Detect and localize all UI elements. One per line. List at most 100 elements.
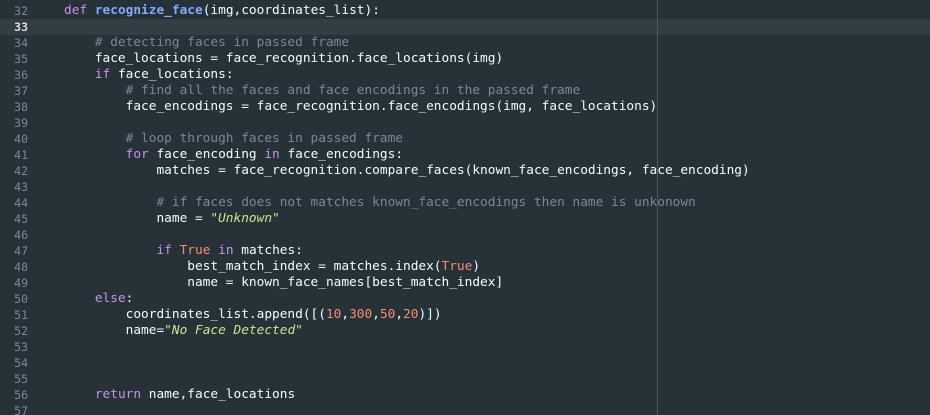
line-number: 33 [14,20,28,34]
code-text[interactable]: name = "Unknown" [64,211,279,227]
code-line[interactable]: 53 [0,339,930,355]
line-number: 45 [14,212,28,226]
code-line[interactable]: 45 name = "Unknown" [0,211,930,227]
code-line[interactable]: 56 return name,face_locations [0,387,930,403]
code-line[interactable]: 52 name="No Face Detected" [0,323,930,339]
code-token: True [441,259,473,274]
code-line[interactable]: 38 face_encodings = face_recognition.fac… [0,99,930,115]
line-number: 34 [14,36,28,50]
code-token: def [64,3,95,18]
code-token: # if faces does not matches known_face_e… [64,195,696,210]
code-token: 10 [325,307,342,322]
code-text[interactable]: else: [64,291,134,307]
code-token: recognize_face [94,3,203,18]
code-text[interactable]: name="No Face Detected" [64,323,303,339]
code-line[interactable]: 37 # find all the faces and face encodin… [0,83,930,99]
code-line[interactable]: 46 [0,227,930,243]
line-number: 47 [14,244,28,258]
line-number: 42 [14,164,28,178]
column-ruler [657,0,658,415]
line-number: 39 [14,116,28,130]
code-line[interactable]: 40 # loop through faces in passed frame [0,131,930,147]
code-line[interactable]: 34 # detecting faces in passed frame [0,35,930,51]
code-line[interactable]: 41 for face_encoding in face_encodings: [0,147,930,163]
code-line[interactable]: 35 face_locations = face_recognition.fac… [0,51,930,67]
line-number: 36 [14,68,28,82]
code-line[interactable]: 33 [0,19,930,35]
code-token: coordinates_list.append([( [64,307,326,322]
code-token: for [125,147,149,162]
code-text[interactable]: for face_encoding in face_encodings: [64,147,403,163]
code-text[interactable]: face_encodings = face_recognition.face_e… [64,99,658,115]
code-text[interactable]: coordinates_list.append([(10,300,50,20)]… [64,307,442,323]
line-number: 57 [14,404,28,415]
code-text[interactable]: best_match_index = matches.index(True) [64,259,480,275]
line-number: 35 [14,52,28,66]
code-token: : [125,291,134,306]
code-text[interactable]: name = known_face_names[best_match_index… [64,275,503,291]
code-token: name,face_locations [141,387,296,402]
code-token: 300 [349,307,373,322]
line-number: 48 [14,260,28,274]
code-token: face_encodings: [279,147,404,162]
code-text[interactable]: # find all the faces and face encodings … [64,83,581,99]
code-token: return [94,387,142,402]
code-text[interactable]: if True in matches: [64,243,303,259]
code-line[interactable]: 44 # if faces does not matches known_fac… [0,195,930,211]
code-line[interactable]: 48 best_match_index = matches.index(True… [0,259,930,275]
code-line[interactable]: 49 name = known_face_names[best_match_in… [0,275,930,291]
line-number: 55 [14,372,28,386]
code-token: )]) [418,307,442,322]
code-line[interactable]: 57 [0,403,930,415]
code-line[interactable]: 54 [0,355,930,371]
line-number: 44 [14,196,28,210]
code-token: # detecting faces in passed frame [64,35,350,50]
code-line[interactable]: 36 if face_locations: [0,67,930,83]
code-token: name = known_face_names[best_match_index… [64,275,504,290]
code-token: name = [64,211,211,226]
code-line[interactable]: 55 [0,371,930,387]
line-number: 51 [14,308,28,322]
line-number: 53 [14,340,28,354]
code-token: 20 [403,307,419,322]
code-line[interactable]: 42 matches = face_recognition.compare_fa… [0,163,930,179]
line-number: 43 [14,180,28,194]
line-number: 37 [14,84,28,98]
code-token: , [372,307,380,322]
line-number: 41 [14,148,28,162]
code-token: if [156,243,172,258]
code-token: (img,coordinates_list): [202,3,380,18]
code-text[interactable]: # loop through faces in passed frame [64,131,403,147]
code-token: # loop through faces in passed frame [64,131,403,146]
line-number: 46 [14,228,28,242]
line-number: 32 [14,4,28,18]
code-line[interactable]: 32 def recognize_face(img,coordinates_lis… [0,3,930,19]
code-line[interactable]: 47 if True in matches: [0,243,930,259]
code-line[interactable]: 43 [0,179,930,195]
line-number: 40 [14,132,28,146]
code-token: else [94,291,126,306]
code-text[interactable]: face_locations = face_recognition.face_l… [64,51,503,67]
code-token: face_encoding [148,147,265,162]
code-text[interactable]: if face_locations: [64,67,234,83]
code-line[interactable]: 39 [0,115,930,131]
code-token: if [94,67,111,82]
code-line[interactable]: 51 coordinates_list.append([(10,300,50,2… [0,307,930,323]
code-token: in [218,243,234,258]
code-text[interactable]: # if faces does not matches known_face_e… [64,195,696,211]
code-token: face_locations: [110,67,234,82]
code-text[interactable]: def recognize_face(img,coordinates_list)… [64,3,380,19]
line-number: 50 [14,292,28,306]
code-token: matches: [233,243,303,258]
code-line[interactable]: 50 else: [0,291,930,307]
code-text[interactable]: matches = face_recognition.compare_faces… [64,163,749,179]
code-text[interactable]: return name,face_locations [64,387,295,403]
code-text[interactable]: # detecting faces in passed frame [64,35,349,51]
code-editor[interactable]: 32 def recognize_face(img,coordinates_lis… [0,0,930,415]
